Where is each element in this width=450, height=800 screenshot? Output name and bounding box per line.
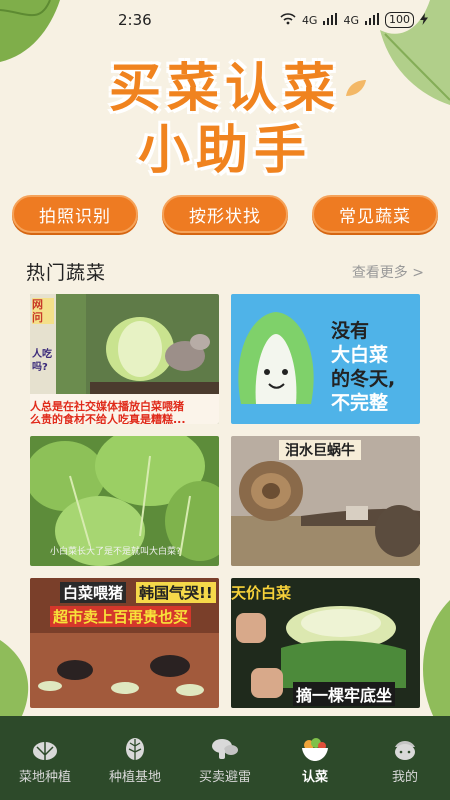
common-vegetables-button[interactable]: 常见蔬菜 bbox=[312, 195, 438, 233]
tab-vegetable-planting[interactable]: 菜地种植 bbox=[0, 736, 90, 785]
card-subtitle: 小白菜长大了是不是就叫大白菜? bbox=[50, 547, 181, 557]
tab-label: 菜地种植 bbox=[18, 770, 71, 785]
card-title: 泪水巨蜗牛 bbox=[279, 440, 361, 460]
vegetable-bowl-icon bbox=[300, 736, 330, 762]
card-text-1: 没有 bbox=[331, 320, 370, 342]
card-title-2: 韩国气哭!! bbox=[136, 582, 216, 603]
card-title-3: 超市卖上百再贵也买 bbox=[50, 606, 192, 627]
bottom-tab-bar: 菜地种植 种植基地 买卖避雷 认菜 我的 bbox=[0, 716, 450, 800]
tab-trade-avoidance[interactable]: 买卖避雷 bbox=[180, 736, 270, 785]
status-time: 2:36 bbox=[118, 11, 152, 29]
vegetable-card[interactable]: 小白菜长大了是不是就叫大白菜? bbox=[30, 436, 219, 566]
mushroom-icon bbox=[210, 736, 240, 762]
headline-line-1: 买菜认菜 bbox=[108, 59, 341, 119]
battery-indicator: 100 bbox=[385, 12, 414, 28]
vegetable-card[interactable]: 白菜喂猪 韩国气哭!! 超市卖上百再贵也买 bbox=[30, 578, 219, 708]
find-by-shape-button[interactable]: 按形状找 bbox=[162, 195, 288, 233]
network-label-2: 4G bbox=[343, 13, 359, 27]
signal-icon bbox=[323, 12, 338, 28]
status-icons: 4G 4G 100 bbox=[280, 12, 428, 28]
cabbage-icon bbox=[30, 736, 60, 762]
vegetable-card[interactable]: 天价白菜 摘一棵牢底坐 bbox=[231, 578, 420, 708]
tab-profile[interactable]: 我的 bbox=[360, 736, 450, 785]
card-side-text: 人吃 吗? bbox=[32, 349, 52, 373]
cabbage-profile-icon bbox=[390, 736, 420, 762]
tab-label: 认菜 bbox=[301, 770, 328, 785]
tab-planting-base[interactable]: 种植基地 bbox=[90, 736, 180, 785]
signal-icon bbox=[365, 12, 379, 28]
card-text-3: 的冬天, bbox=[331, 368, 396, 390]
card-tag: 网 问 bbox=[32, 298, 54, 324]
vegetable-card[interactable]: 泪水巨蜗牛 bbox=[231, 436, 420, 566]
card-caption-line-2: 么贵的食材不给人吃真是糟糕... bbox=[30, 413, 186, 424]
tab-label: 种植基地 bbox=[108, 770, 161, 785]
tab-label: 买卖避雷 bbox=[198, 770, 251, 785]
wifi-icon bbox=[280, 12, 296, 28]
section-title: 热门蔬菜 bbox=[26, 262, 107, 284]
card-title-1: 白菜喂猪 bbox=[60, 582, 127, 603]
vegetable-card-grid: 网 问 人吃 吗? 人总是在社交媒体播放白菜喂猪 么贵的食材不给人吃真是糟糕..… bbox=[30, 294, 420, 708]
leaf-icon bbox=[120, 736, 150, 762]
app-headline: 买菜认菜 小助手 bbox=[0, 58, 450, 182]
card-text-2: 大白菜 bbox=[331, 344, 389, 366]
card-title-1: 天价白菜 bbox=[231, 584, 292, 602]
photo-identify-button[interactable]: 拍照识别 bbox=[12, 195, 138, 233]
section-header: 热门蔬菜 查看更多 > bbox=[26, 258, 424, 285]
headline-line-2: 小助手 bbox=[137, 121, 312, 181]
action-buttons: 拍照识别 按形状找 常见蔬菜 bbox=[12, 195, 438, 233]
vegetable-card[interactable]: 网 问 人吃 吗? 人总是在社交媒体播放白菜喂猪 么贵的食材不给人吃真是糟糕..… bbox=[30, 294, 219, 424]
card-text-4: 不完整 bbox=[331, 392, 389, 414]
network-label-1: 4G bbox=[301, 13, 318, 27]
charging-icon bbox=[420, 12, 428, 28]
status-bar: 2:36 4G 4G 100 bbox=[0, 0, 450, 40]
card-title-2: 摘一棵牢底坐 bbox=[293, 682, 396, 706]
tab-label: 我的 bbox=[391, 770, 418, 785]
tab-identify-vegetables[interactable]: 认菜 bbox=[270, 736, 360, 785]
vegetable-card[interactable]: 没有 大白菜 的冬天, 不完整 bbox=[231, 294, 420, 424]
card-thumbnail bbox=[231, 294, 420, 424]
view-more-link[interactable]: 查看更多 > bbox=[352, 262, 424, 282]
